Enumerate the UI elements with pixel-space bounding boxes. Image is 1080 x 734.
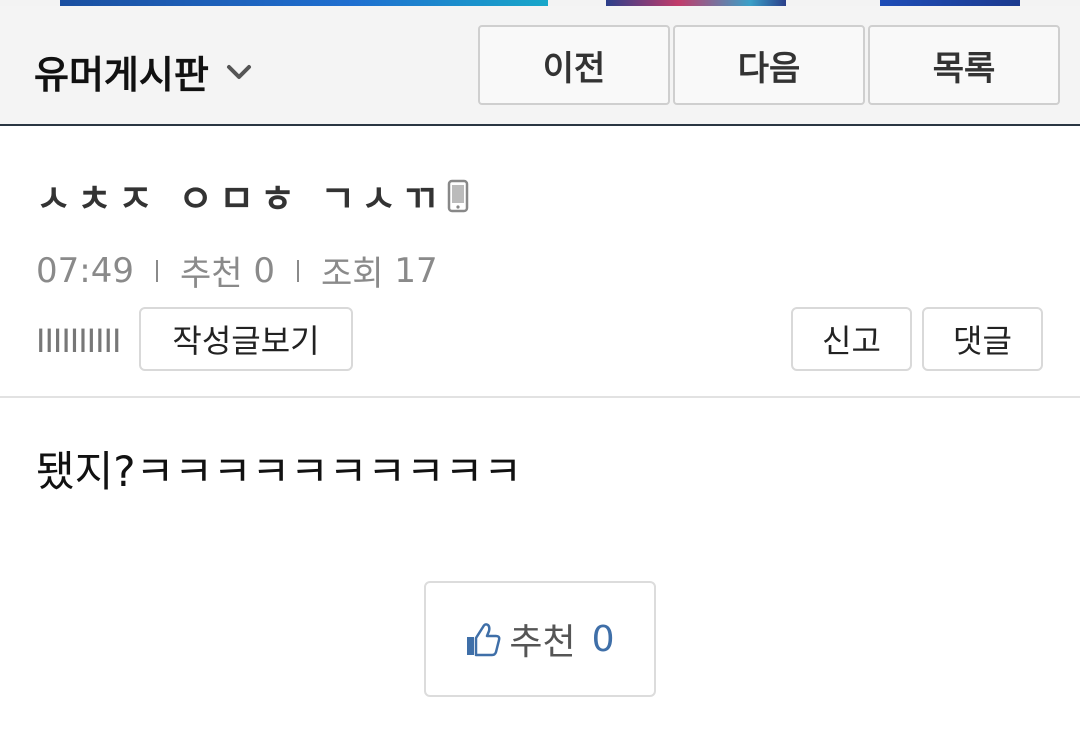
post-body: 됐지?ㅋㅋㅋㅋㅋㅋㅋㅋㅋㅋ — [36, 447, 522, 496]
author-name[interactable]: IIIIIIIIII — [36, 322, 121, 360]
board-selector[interactable]: 유머게시판 — [34, 44, 253, 99]
chevron-down-icon — [226, 64, 251, 79]
meta-separator — [297, 259, 299, 282]
view-author-posts-button[interactable]: 작성글보기 — [139, 307, 353, 371]
board-name: 유머게시판 — [34, 53, 209, 97]
post-title: ㅅㅊㅈ ㅇㅁㅎ ㄱㅅㄲ — [36, 168, 469, 223]
post-time: 07:49 — [36, 250, 134, 291]
recommend-count: 0 — [253, 250, 275, 291]
next-post-button[interactable]: 다음 — [673, 25, 865, 105]
board-header: 유머게시판 이전 다음 목록 — [0, 6, 1080, 126]
post-meta: 07:49 추천 0 조회 17 — [36, 246, 438, 295]
list-button[interactable]: 목록 — [868, 25, 1060, 105]
meta-separator — [155, 259, 158, 282]
recommend-button[interactable]: 추천 0 — [424, 581, 656, 697]
thumbs-up-icon — [467, 623, 501, 657]
mobile-phone-icon — [447, 179, 469, 212]
recommend-label: 추천 — [179, 254, 243, 294]
post-title-text: ㅅㅊㅈ ㅇㅁㅎ ㄱㅅㄲ — [36, 177, 444, 221]
views-label: 조회 — [321, 254, 384, 294]
recommend-button-count: 0 — [591, 618, 615, 660]
recommend-button-label: 추천 — [509, 622, 576, 663]
report-button[interactable]: 신고 — [791, 307, 912, 371]
views-count: 17 — [394, 250, 438, 291]
divider — [0, 396, 1080, 398]
comment-button[interactable]: 댓글 — [922, 307, 1043, 371]
prev-post-button[interactable]: 이전 — [478, 25, 670, 105]
